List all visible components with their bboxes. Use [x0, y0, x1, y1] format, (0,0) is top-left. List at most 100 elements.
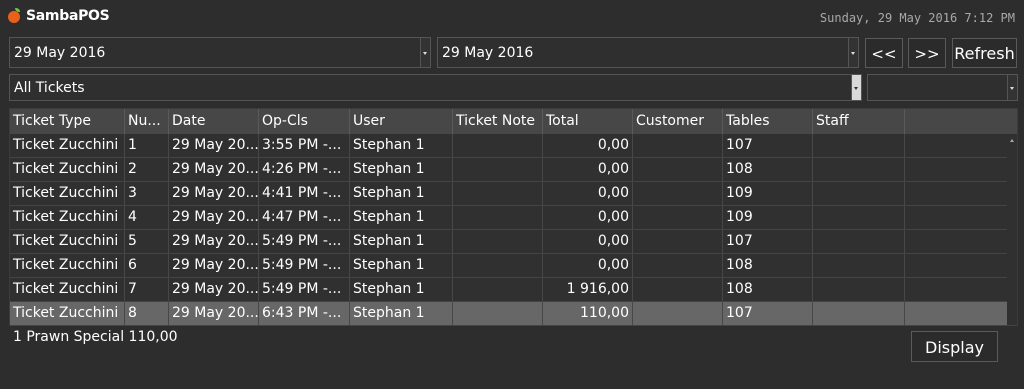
- column-header-number[interactable]: Nu...: [125, 109, 169, 134]
- end-date-value: 29 May 2016: [442, 45, 534, 61]
- refresh-button[interactable]: Refresh: [952, 38, 1017, 68]
- cell-customer: [633, 134, 723, 157]
- cell-ticket-type: Ticket Zucchini: [10, 134, 125, 157]
- chevron-down-icon: [854, 86, 858, 90]
- cell-user: Stephan 1: [350, 278, 453, 301]
- cell-user: Stephan 1: [350, 182, 453, 205]
- ticket-filter-select[interactable]: All Tickets: [9, 74, 862, 101]
- cell-op-cls: 4:41 PM -...: [259, 182, 350, 205]
- column-header-date[interactable]: Date: [169, 109, 259, 134]
- column-header-customer[interactable]: Customer: [633, 109, 723, 134]
- display-button[interactable]: Display: [911, 331, 998, 362]
- cell-ticket-note: [453, 254, 543, 277]
- cell-total: 0,00: [543, 206, 633, 229]
- cell-total: 0,00: [543, 134, 633, 157]
- cell-number: 8: [125, 302, 169, 325]
- cell-op-cls: 4:26 PM -...: [259, 158, 350, 181]
- start-date-picker[interactable]: 29 May 2016: [9, 37, 431, 68]
- cell-tables: 108: [723, 278, 813, 301]
- cell-op-cls: 5:49 PM -...: [259, 254, 350, 277]
- cell-customer: [633, 158, 723, 181]
- cell-ticket-note: [453, 134, 543, 157]
- cell-total: 110,00: [543, 302, 633, 325]
- cell-op-cls: 5:49 PM -...: [259, 278, 350, 301]
- cell-tables: 108: [723, 158, 813, 181]
- cell-number: 3: [125, 182, 169, 205]
- cell-op-cls: 6:43 PM -...: [259, 302, 350, 325]
- cell-number: 7: [125, 278, 169, 301]
- cell-staff: [813, 182, 905, 205]
- cell-ticket-type: Ticket Zucchini: [10, 230, 125, 253]
- cell-number: 4: [125, 206, 169, 229]
- cell-date: 29 May 20...: [169, 206, 259, 229]
- cell-op-cls: 4:47 PM -...: [259, 206, 350, 229]
- cell-number: 1: [125, 134, 169, 157]
- table-row-selected[interactable]: Ticket Zucchini 8 29 May 20... 6:43 PM -…: [10, 302, 1017, 326]
- end-date-picker[interactable]: 29 May 2016: [437, 37, 859, 68]
- grid-scrollbar[interactable]: [1007, 134, 1017, 325]
- table-row[interactable]: Ticket Zucchini 5 29 May 20... 5:49 PM -…: [10, 230, 1017, 254]
- cell-number: 5: [125, 230, 169, 253]
- column-header-tables[interactable]: Tables: [723, 109, 813, 134]
- cell-staff: [813, 254, 905, 277]
- column-header-op-cls[interactable]: Op-Cls: [259, 109, 350, 134]
- clock: Sunday, 29 May 2016 7:12 PM: [819, 11, 1015, 25]
- cell-tables: 109: [723, 182, 813, 205]
- table-row[interactable]: Ticket Zucchini 1 29 May 20... 3:55 PM -…: [10, 134, 1017, 158]
- cell-ticket-note: [453, 278, 543, 301]
- cell-staff: [813, 278, 905, 301]
- scroll-up-icon[interactable]: [1010, 139, 1014, 142]
- cell-ticket-type: Ticket Zucchini: [10, 278, 125, 301]
- cell-customer: [633, 182, 723, 205]
- cell-user: Stephan 1: [350, 230, 453, 253]
- cell-ticket-note: [453, 302, 543, 325]
- table-row[interactable]: Ticket Zucchini 4 29 May 20... 4:47 PM -…: [10, 206, 1017, 230]
- secondary-filter-select[interactable]: [867, 74, 1018, 101]
- sambapos-logo-icon: [8, 11, 20, 23]
- cell-ticket-note: [453, 182, 543, 205]
- cell-date: 29 May 20...: [169, 158, 259, 181]
- cell-ticket-type: Ticket Zucchini: [10, 182, 125, 205]
- ticket-filter-dropdown-button[interactable]: [851, 75, 861, 100]
- column-header-ticket-note[interactable]: Ticket Note: [453, 109, 543, 134]
- tickets-grid: Ticket Type Nu... Date Op-Cls User Ticke…: [9, 108, 1018, 326]
- cell-tables: 108: [723, 254, 813, 277]
- column-header-ticket-type[interactable]: Ticket Type: [10, 109, 125, 134]
- cell-date: 29 May 20...: [169, 134, 259, 157]
- cell-ticket-note: [453, 206, 543, 229]
- cell-total: 0,00: [543, 158, 633, 181]
- cell-ticket-type: Ticket Zucchini: [10, 254, 125, 277]
- table-row[interactable]: Ticket Zucchini 3 29 May 20... 4:41 PM -…: [10, 182, 1017, 206]
- cell-ticket-note: [453, 230, 543, 253]
- end-date-dropdown-button[interactable]: [848, 38, 858, 67]
- cell-user: Stephan 1: [350, 302, 453, 325]
- cell-ticket-type: Ticket Zucchini: [10, 302, 125, 325]
- column-header-staff[interactable]: Staff: [813, 109, 905, 134]
- cell-date: 29 May 20...: [169, 302, 259, 325]
- cell-tables: 107: [723, 134, 813, 157]
- table-row[interactable]: Ticket Zucchini 2 29 May 20... 4:26 PM -…: [10, 158, 1017, 182]
- cell-ticket-type: Ticket Zucchini: [10, 158, 125, 181]
- title-bar: SambaPOS Sunday, 29 May 2016 7:12 PM: [0, 0, 1024, 36]
- column-header-user[interactable]: User: [350, 109, 453, 134]
- secondary-filter-dropdown-button[interactable]: [1007, 75, 1017, 100]
- previous-period-button[interactable]: <<: [865, 38, 903, 68]
- cell-total: 1 916,00: [543, 278, 633, 301]
- cell-user: Stephan 1: [350, 134, 453, 157]
- cell-staff: [813, 134, 905, 157]
- cell-ticket-type: Ticket Zucchini: [10, 206, 125, 229]
- table-row[interactable]: Ticket Zucchini 6 29 May 20... 5:49 PM -…: [10, 254, 1017, 278]
- cell-date: 29 May 20...: [169, 182, 259, 205]
- column-header-total[interactable]: Total: [543, 109, 633, 134]
- chevron-down-icon: [423, 51, 427, 55]
- cell-op-cls: 3:55 PM -...: [259, 134, 350, 157]
- table-row[interactable]: Ticket Zucchini 7 29 May 20... 5:49 PM -…: [10, 278, 1017, 302]
- cell-total: 0,00: [543, 254, 633, 277]
- start-date-dropdown-button[interactable]: [420, 38, 430, 67]
- app-title: SambaPOS: [26, 8, 110, 24]
- cell-ticket-note: [453, 158, 543, 181]
- cell-user: Stephan 1: [350, 158, 453, 181]
- cell-customer: [633, 254, 723, 277]
- next-period-button[interactable]: >>: [908, 38, 946, 68]
- cell-tables: 109: [723, 206, 813, 229]
